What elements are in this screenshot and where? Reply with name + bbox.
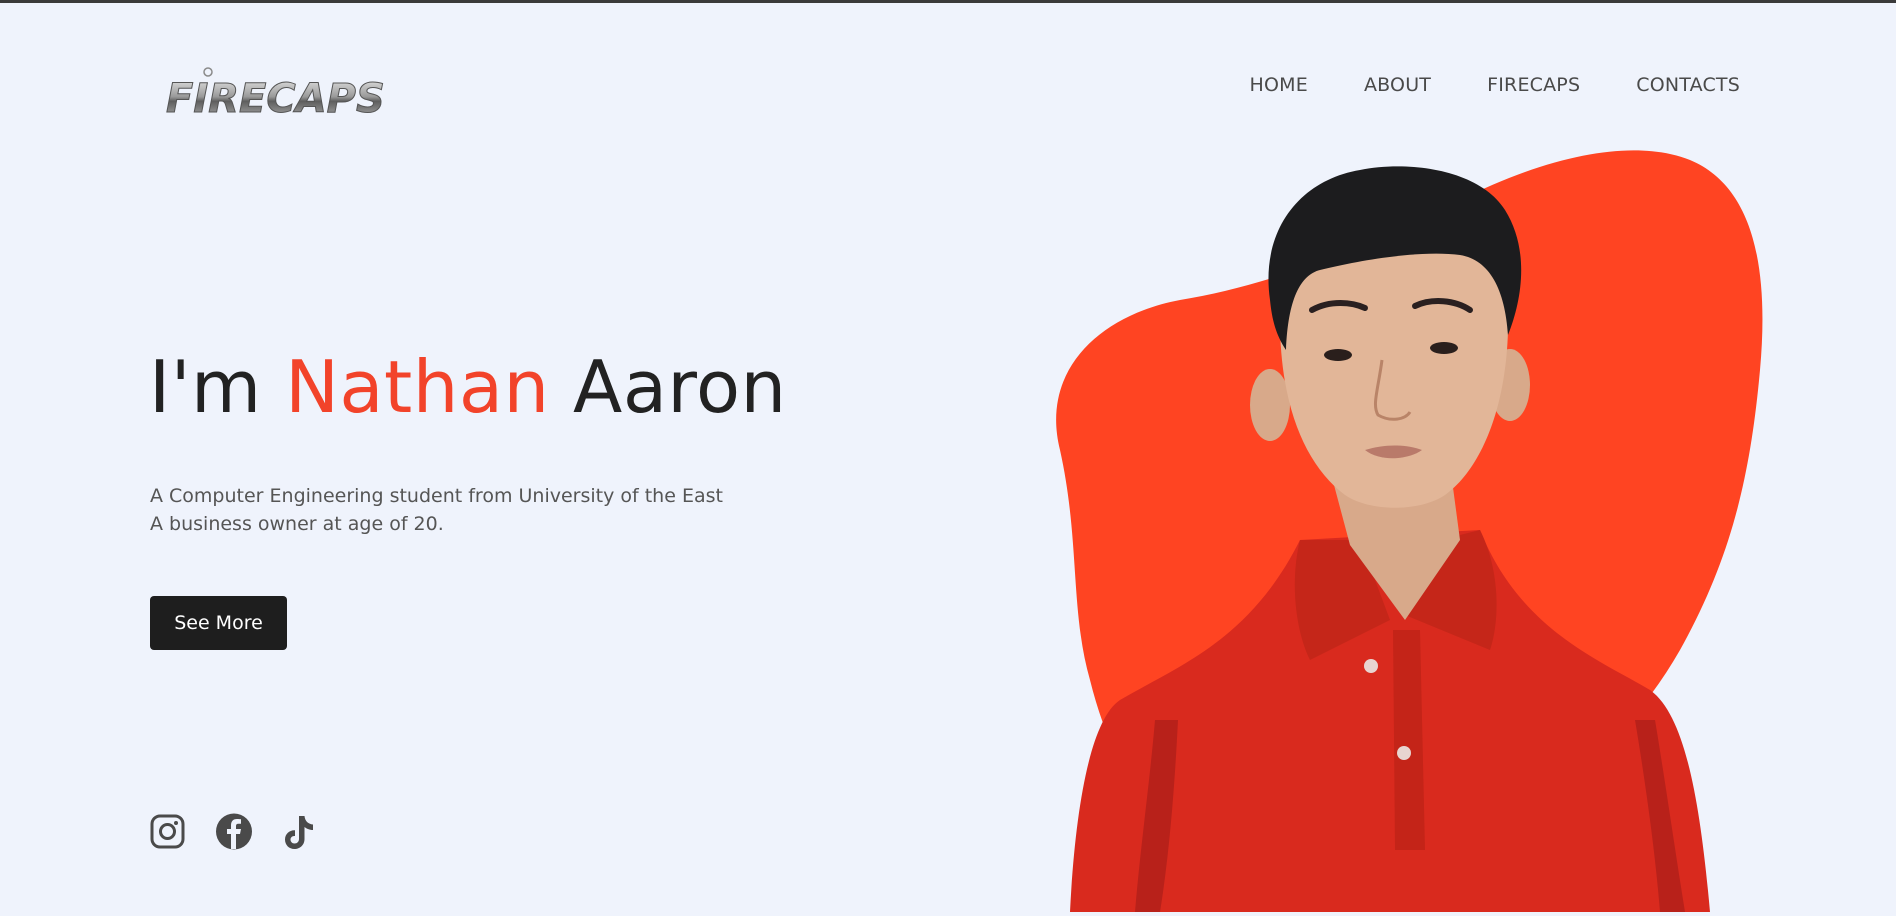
tiktok-icon[interactable] <box>280 812 316 852</box>
hero-title: I'm Nathan Aaron <box>149 342 787 432</box>
logo-text: FIRECAPS <box>166 76 385 122</box>
facebook-icon[interactable] <box>215 812 252 852</box>
profile-portrait <box>1060 160 1760 912</box>
nav-home[interactable]: HOME <box>1249 74 1307 96</box>
top-border <box>0 0 1896 3</box>
firecaps-logo[interactable]: FIRECAPS <box>162 62 394 122</box>
social-links <box>150 812 316 852</box>
description-line-2: A business owner at age of 20. <box>150 513 444 535</box>
hero-title-accent: Nathan <box>285 345 550 429</box>
instagram-icon[interactable] <box>150 812 186 852</box>
nav-about[interactable]: ABOUT <box>1364 74 1431 96</box>
hero-title-suffix: Aaron <box>549 345 787 429</box>
nav-contacts[interactable]: CONTACTS <box>1636 74 1740 96</box>
description-line-1: A Computer Engineering student from Univ… <box>150 485 723 507</box>
hero-title-prefix: I'm <box>149 345 286 429</box>
hero-description: A Computer Engineering student from Univ… <box>150 482 723 538</box>
nav-firecaps[interactable]: FIRECAPS <box>1487 74 1580 96</box>
see-more-button[interactable]: See More <box>150 596 287 650</box>
main-nav: HOME ABOUT FIRECAPS CONTACTS <box>1180 74 1740 96</box>
